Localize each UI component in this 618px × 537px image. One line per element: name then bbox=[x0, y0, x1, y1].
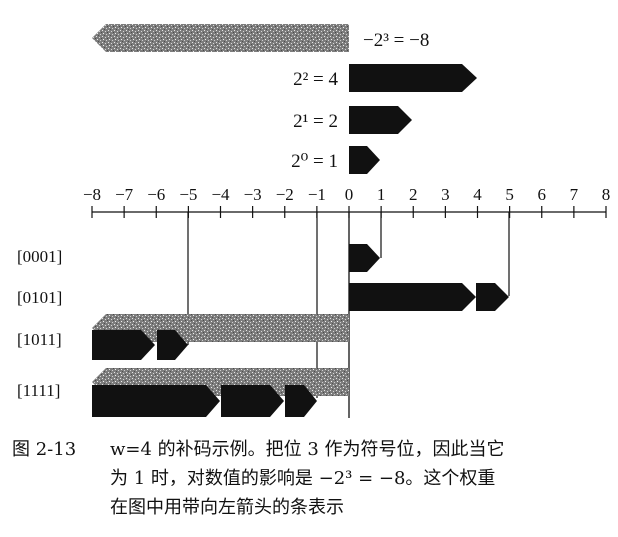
weight-4-label: 2² = 4 bbox=[293, 69, 338, 90]
neg-weight-arrow bbox=[92, 24, 349, 52]
axis-tick-label: 7 bbox=[570, 185, 579, 204]
row-label-0101: [0101] bbox=[17, 288, 62, 307]
weight-bars: −2³ = −8 2² = 4 2¹ = 2 2⁰ = 1 bbox=[92, 24, 477, 174]
axis-ticks: −8 −7 −6 −5 −4 −3 −2 −1 0 1 2 3 4 5 6 7 8 bbox=[83, 185, 610, 218]
figure-number: 图 2-13 bbox=[12, 439, 77, 460]
caption-line-2: 为 1 时，对数值的影响是 −2³ = −8。这个权重 bbox=[110, 468, 496, 489]
weight-4-arrow bbox=[349, 64, 477, 92]
weight-1-label: 2⁰ = 1 bbox=[291, 151, 338, 172]
number-line: −8 −7 −6 −5 −4 −3 −2 −1 0 1 2 3 4 5 6 7 8 bbox=[83, 185, 610, 218]
axis-tick-label: 1 bbox=[377, 185, 386, 204]
axis-tick-label: 0 bbox=[345, 185, 354, 204]
axis-tick-label: 5 bbox=[505, 185, 514, 204]
axis-tick-label: −4 bbox=[211, 185, 230, 204]
row-1011-bars bbox=[92, 314, 349, 360]
row-label-1011: [1011] bbox=[17, 330, 62, 349]
axis-tick-label: −1 bbox=[308, 185, 326, 204]
axis-tick-label: −2 bbox=[276, 185, 294, 204]
row-1111-arrow-4 bbox=[92, 385, 220, 417]
neg-weight-label: −2³ = −8 bbox=[363, 30, 429, 51]
axis-tick-label: −5 bbox=[179, 185, 197, 204]
row-labels: [0001] [0101] [1011] [1111] bbox=[17, 247, 62, 400]
axis-tick-label: −8 bbox=[83, 185, 101, 204]
row-0101-bars bbox=[349, 283, 509, 311]
axis-tick-label: −6 bbox=[147, 185, 165, 204]
twos-complement-diagram: −2³ = −8 2² = 4 2¹ = 2 2⁰ = 1 −8 −7 −6 −5 −4… bbox=[17, 24, 610, 418]
weight-1-arrow bbox=[349, 146, 380, 174]
row-0001-arrow-1 bbox=[349, 244, 380, 272]
row-0101-arrow-4 bbox=[349, 283, 476, 311]
axis-tick-label: 2 bbox=[409, 185, 418, 204]
row-label-0001: [0001] bbox=[17, 247, 62, 266]
axis-tick-label: 4 bbox=[473, 185, 482, 204]
row-0101-arrow-1 bbox=[476, 283, 509, 311]
caption-line-3: 在图中用带向左箭头的条表示 bbox=[110, 497, 344, 518]
weight-2-label: 2¹ = 2 bbox=[293, 111, 338, 132]
axis-tick-label: 6 bbox=[538, 185, 547, 204]
weight-2-arrow bbox=[349, 106, 412, 134]
caption-line-1: w=4 的补码示例。把位 3 作为符号位，因此当它 bbox=[110, 439, 505, 460]
axis-tick-label: 8 bbox=[602, 185, 611, 204]
axis-tick-label: −3 bbox=[244, 185, 262, 204]
axis-tick-label: 3 bbox=[441, 185, 450, 204]
row-label-1111: [1111] bbox=[17, 381, 60, 400]
row-1111-bars bbox=[92, 368, 349, 417]
axis-tick-label: −7 bbox=[115, 185, 134, 204]
